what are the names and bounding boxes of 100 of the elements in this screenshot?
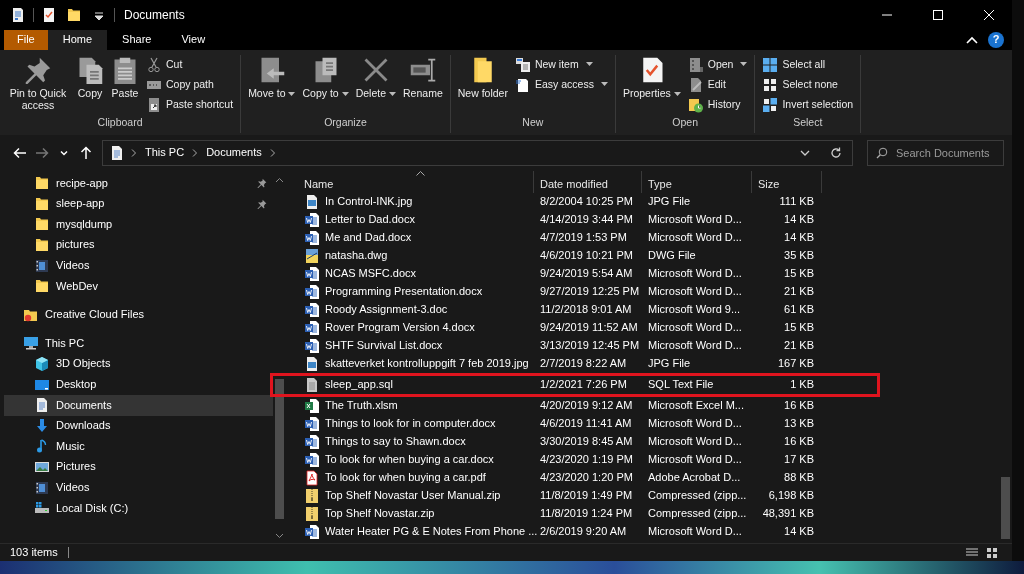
ribbon-button[interactable]: New folder: [454, 55, 511, 116]
ribbon-button[interactable]: Select none: [759, 75, 857, 94]
file-type: Microsoft Word D...: [647, 453, 743, 467]
back-arrow-icon: [12, 145, 28, 161]
scrollbar-thumb[interactable]: [1001, 477, 1010, 539]
file-name[interactable]: skatteverket kontrolluppgift 7 feb 2019.jpg: [325, 357, 529, 371]
file-name[interactable]: To look for when buying a car.pdf: [325, 471, 486, 485]
file-name[interactable]: natasha.dwg: [325, 249, 388, 263]
sidebar-item[interactable]: Music: [4, 436, 273, 457]
sidebar-item[interactable]: recipe-app: [4, 173, 273, 194]
file-name[interactable]: Rover Program Version 4.docx: [325, 321, 475, 335]
ribbon-tab[interactable]: File: [4, 30, 48, 50]
sidebar-item[interactable]: pictures: [4, 234, 273, 256]
ribbon-button[interactable]: New item: [511, 55, 611, 74]
search-field[interactable]: Search Documents: [867, 140, 1004, 166]
ribbon-button[interactable]: Open: [684, 55, 751, 74]
file-name[interactable]: Top Shelf Novastar.zip: [325, 507, 435, 521]
file-name[interactable]: In Control-INK.jpg: [325, 195, 413, 209]
sidebar-item[interactable]: sleep-app: [4, 193, 273, 215]
caret-icon: [740, 62, 748, 67]
close-icon: [984, 10, 994, 20]
word-document-icon: [304, 434, 320, 450]
sidebar-item[interactable]: Local Disk (C:): [4, 497, 273, 519]
column-header[interactable]: Size: [752, 171, 822, 193]
sidebar-item[interactable]: This PC: [4, 333, 273, 354]
ribbon-button[interactable]: Copy to: [299, 55, 352, 116]
file-size: 61 KB: [783, 303, 815, 317]
breadcrumb[interactable]: Documents: [204, 146, 264, 160]
ribbon-button[interactable]: Delete: [352, 55, 400, 116]
sidebar-item[interactable]: Downloads: [4, 415, 273, 437]
file-name[interactable]: Top Shelf Novastar User Manual.zip: [325, 489, 501, 503]
ribbon-button[interactable]: Move to: [245, 55, 299, 116]
ribbon-tab[interactable]: View: [166, 30, 221, 50]
image-file-icon: [304, 194, 320, 210]
zip-folder-icon: [304, 488, 320, 504]
file-name[interactable]: NCAS MSFC.docx: [325, 267, 417, 281]
address-bar[interactable]: This PC Documents: [102, 140, 853, 166]
file-type: JPG File: [647, 357, 692, 371]
file-name[interactable]: Things to say to Shawn.docx: [325, 435, 466, 449]
ribbon-button[interactable]: History: [684, 95, 751, 114]
sidebar-item[interactable]: WebDev: [4, 275, 273, 297]
column-header[interactable]: Date modified: [534, 171, 642, 193]
chevron-right-icon: [131, 149, 137, 157]
ribbon-button[interactable]: Copy path: [143, 75, 237, 94]
ribbon-button[interactable]: Edit: [684, 75, 751, 94]
scrollbar-thumb[interactable]: [275, 379, 284, 519]
sidebar-item[interactable]: Creative Cloud Files: [4, 304, 273, 326]
file-name[interactable]: To look for when buying a car.docx: [325, 453, 494, 467]
ribbon-button[interactable]: Rename: [400, 55, 446, 116]
file-name[interactable]: Letter to Dad.docx: [325, 213, 415, 227]
ribbon-button[interactable]: Copy: [73, 55, 107, 116]
date-modified: 4/20/2019 9:12 AM: [539, 399, 634, 413]
file-name[interactable]: Water Heater PG & E Notes From Phone ...: [325, 525, 538, 539]
file-name[interactable]: SHTF Survival List.docx: [325, 339, 443, 353]
ribbon-tab[interactable]: Share: [107, 30, 167, 50]
date-modified: 11/2/2018 9:01 AM: [539, 303, 633, 317]
sidebar-item[interactable]: Videos: [4, 477, 273, 498]
sidebar-item[interactable]: Documents: [4, 394, 273, 416]
file-name[interactable]: Programming Presentation.docx: [325, 285, 483, 299]
sidebar-item[interactable]: mysqldump: [4, 214, 273, 235]
group-label: Open: [671, 116, 699, 130]
ribbon-button[interactable]: Invert selection: [759, 95, 857, 114]
ribbon-button[interactable]: Pin to Quick access: [4, 55, 72, 116]
ribbon-button[interactable]: Paste: [108, 55, 142, 116]
breadcrumb[interactable]: This PC: [143, 146, 187, 160]
file-name[interactable]: Things to look for in computer.docx: [325, 417, 496, 431]
help-button[interactable]: ?: [988, 32, 1004, 48]
ribbon-button[interactable]: Properties: [619, 55, 684, 116]
sidebar-item[interactable]: Desktop: [4, 374, 273, 395]
ribbon-button[interactable]: Easy access: [511, 75, 611, 94]
word-document-icon: [304, 266, 320, 282]
file-type: JPG File: [647, 195, 692, 209]
word-document-icon: [304, 416, 320, 432]
file-size: 13 KB: [783, 417, 815, 431]
date-modified: 9/24/2019 11:52 AM: [539, 321, 639, 335]
file-name[interactable]: The Truth.xlsm: [325, 399, 398, 413]
sidebar-item[interactable]: 3D Objects: [4, 353, 273, 375]
date-modified: 3/13/2019 12:45 PM: [539, 339, 641, 353]
ribbon-tab[interactable]: Home: [47, 30, 108, 50]
column-header[interactable]: Type: [642, 171, 752, 193]
date-modified: 4/23/2020 1:20 PM: [539, 471, 634, 485]
ribbon-button[interactable]: Select all: [759, 55, 857, 74]
caret-icon: [288, 91, 296, 97]
file-type: Microsoft Excel M...: [647, 399, 745, 413]
date-modified: 4/7/2019 1:53 PM: [539, 231, 628, 245]
column-header[interactable]: Name: [298, 171, 534, 193]
history-icon: [687, 96, 704, 113]
download-arrow-icon: [34, 417, 50, 434]
word-document-icon: [304, 320, 320, 336]
file-size: 21 KB: [783, 285, 815, 299]
file-name[interactable]: sleep_app.sql: [325, 378, 393, 392]
sidebar-item[interactable]: Videos: [4, 255, 273, 276]
ribbon-button[interactable]: Paste shortcut: [143, 95, 237, 114]
caret-icon: [341, 91, 349, 97]
file-name[interactable]: Roody Assignment-3.doc: [325, 303, 448, 317]
word-document-icon: [304, 338, 320, 354]
file-name[interactable]: Me and Dad.docx: [325, 231, 412, 245]
sidebar-item[interactable]: Pictures: [4, 456, 273, 478]
ribbon-button[interactable]: Cut: [143, 55, 237, 74]
pin-icon: [257, 198, 267, 209]
